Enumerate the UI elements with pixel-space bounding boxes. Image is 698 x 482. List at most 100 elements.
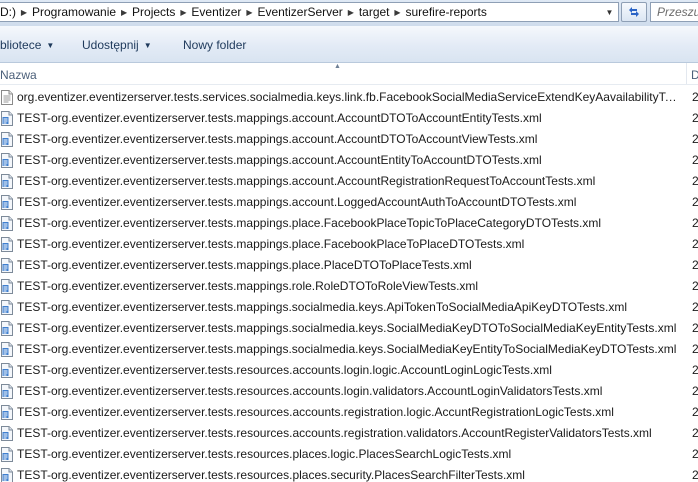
file-row[interactable]: TEST-org.eventizer.eventizerserver.tests… xyxy=(0,129,698,150)
library-menu-label: blioteсe xyxy=(0,38,42,52)
xml-file-icon xyxy=(1,195,13,210)
file-list: org.eventizer.eventizerserver.tests.serv… xyxy=(0,87,698,482)
file-date: 2 xyxy=(692,405,698,419)
file-name: TEST-org.eventizer.eventizerserver.tests… xyxy=(17,195,577,209)
xml-file-icon xyxy=(1,279,13,294)
xml-file-icon xyxy=(1,426,13,441)
breadcrumb-eventizer[interactable]: Eventizer ▶ xyxy=(188,3,254,21)
chevron-right-icon[interactable]: ▶ xyxy=(19,8,29,17)
file-row[interactable]: TEST-org.eventizer.eventizerserver.tests… xyxy=(0,465,698,482)
sort-ascending-icon: ▲ xyxy=(334,63,341,70)
file-row[interactable]: TEST-org.eventizer.eventizerserver.tests… xyxy=(0,276,698,297)
xml-file-icon xyxy=(1,111,13,126)
new-folder-button[interactable]: Nowy folder xyxy=(183,38,246,52)
search-input[interactable]: Przeszu xyxy=(650,2,698,22)
file-row[interactable]: TEST-org.eventizer.eventizerserver.tests… xyxy=(0,150,698,171)
file-name: TEST-org.eventizer.eventizerserver.tests… xyxy=(17,363,552,377)
file-row[interactable]: TEST-org.eventizer.eventizerserver.tests… xyxy=(0,234,698,255)
file-date: 2 xyxy=(692,216,698,230)
breadcrumb-target[interactable]: target ▶ xyxy=(356,3,403,21)
file-name: TEST-org.eventizer.eventizerserver.tests… xyxy=(17,321,677,335)
chevron-down-icon[interactable]: ▼ xyxy=(602,4,617,21)
dropdown-arrow-icon: ▼ xyxy=(46,40,55,50)
chevron-right-icon[interactable]: ▶ xyxy=(393,8,403,17)
file-name: TEST-org.eventizer.eventizerserver.tests… xyxy=(17,132,538,146)
breadcrumb-projects[interactable]: Projects ▶ xyxy=(129,3,188,21)
file-name: TEST-org.eventizer.eventizerserver.tests… xyxy=(17,384,603,398)
text-file-icon xyxy=(1,90,13,105)
file-row[interactable]: TEST-org.eventizer.eventizerserver.tests… xyxy=(0,423,698,444)
xml-file-icon xyxy=(1,300,13,315)
file-name: TEST-org.eventizer.eventizerserver.tests… xyxy=(17,342,677,356)
xml-file-icon xyxy=(1,174,13,189)
share-menu-label: Udostępnij xyxy=(82,38,139,52)
share-menu-button[interactable]: Udostępnij ▼ xyxy=(82,38,152,52)
chevron-right-icon[interactable]: ▶ xyxy=(244,8,254,17)
xml-file-icon xyxy=(1,216,13,231)
xml-file-icon xyxy=(1,258,13,273)
xml-file-icon xyxy=(1,363,13,378)
breadcrumb-programowanie[interactable]: Programowanie ▶ xyxy=(29,3,129,21)
file-row[interactable]: TEST-org.eventizer.eventizerserver.tests… xyxy=(0,381,698,402)
command-toolbar: blioteсe ▼ Udostępnij ▼ Nowy folder xyxy=(0,26,698,63)
file-name: TEST-org.eventizer.eventizerserver.tests… xyxy=(17,111,542,125)
file-row[interactable]: TEST-org.eventizer.eventizerserver.tests… xyxy=(0,255,698,276)
xml-file-icon xyxy=(1,321,13,336)
refresh-button[interactable] xyxy=(621,2,647,22)
chevron-right-icon[interactable]: ▶ xyxy=(119,8,129,17)
file-name: TEST-org.eventizer.eventizerserver.tests… xyxy=(17,405,614,419)
xml-file-icon xyxy=(1,468,13,482)
file-date: 2 xyxy=(692,468,698,482)
file-date: 2 xyxy=(692,111,698,125)
file-name: TEST-org.eventizer.eventizerserver.tests… xyxy=(17,300,628,314)
breadcrumb-drive[interactable]: (D:) ▶ xyxy=(0,3,29,21)
file-row[interactable]: TEST-org.eventizer.eventizerserver.tests… xyxy=(0,108,698,129)
address-bar[interactable]: (D:) ▶ Programowanie ▶ Projects ▶ Eventi… xyxy=(0,2,619,22)
file-row[interactable]: TEST-org.eventizer.eventizerserver.tests… xyxy=(0,171,698,192)
file-date: 2 xyxy=(692,300,698,314)
file-row[interactable]: org.eventizer.eventizerserver.tests.serv… xyxy=(0,87,698,108)
refresh-icon xyxy=(629,7,639,17)
file-date: 2 xyxy=(692,342,698,356)
dropdown-arrow-icon: ▼ xyxy=(143,40,152,50)
new-folder-label: Nowy folder xyxy=(183,38,247,52)
explorer-window: (D:) ▶ Programowanie ▶ Projects ▶ Eventi… xyxy=(0,0,698,482)
file-date: 2 xyxy=(692,258,698,272)
file-row[interactable]: TEST-org.eventizer.eventizerserver.tests… xyxy=(0,339,698,360)
file-row[interactable]: TEST-org.eventizer.eventizerserver.tests… xyxy=(0,213,698,234)
file-date: 2 xyxy=(692,321,698,335)
file-date: 2 xyxy=(692,132,698,146)
file-name: org.eventizer.eventizerserver.tests.serv… xyxy=(17,90,681,104)
file-row[interactable]: TEST-org.eventizer.eventizerserver.tests… xyxy=(0,360,698,381)
file-row[interactable]: TEST-org.eventizer.eventizerserver.tests… xyxy=(0,297,698,318)
file-date: 2 xyxy=(692,363,698,377)
file-name: TEST-org.eventizer.eventizerserver.tests… xyxy=(17,174,596,188)
file-name: TEST-org.eventizer.eventizerserver.tests… xyxy=(17,468,525,482)
breadcrumb-surefire-reports[interactable]: surefire-reports xyxy=(403,3,490,21)
file-date: 2 xyxy=(692,426,698,440)
column-divider[interactable] xyxy=(686,63,687,84)
file-row[interactable]: TEST-org.eventizer.eventizerserver.tests… xyxy=(0,318,698,339)
file-row[interactable]: TEST-org.eventizer.eventizerserver.tests… xyxy=(0,402,698,423)
column-header-date[interactable]: D xyxy=(691,68,698,82)
file-date: 2 xyxy=(692,237,698,251)
file-name: TEST-org.eventizer.eventizerserver.tests… xyxy=(17,447,512,461)
column-header: Nazwa ▲ D xyxy=(0,63,698,85)
xml-file-icon xyxy=(1,405,13,420)
breadcrumb-eventizerserver[interactable]: EventizerServer ▶ xyxy=(254,3,355,21)
address-bar-row: (D:) ▶ Programowanie ▶ Projects ▶ Eventi… xyxy=(0,0,698,26)
file-name: TEST-org.eventizer.eventizerserver.tests… xyxy=(17,426,652,440)
file-date: 2 xyxy=(692,153,698,167)
file-row[interactable]: TEST-org.eventizer.eventizerserver.tests… xyxy=(0,192,698,213)
xml-file-icon xyxy=(1,447,13,462)
file-name: TEST-org.eventizer.eventizerserver.tests… xyxy=(17,153,542,167)
chevron-right-icon[interactable]: ▶ xyxy=(178,8,188,17)
xml-file-icon xyxy=(1,153,13,168)
xml-file-icon xyxy=(1,342,13,357)
file-row[interactable]: TEST-org.eventizer.eventizerserver.tests… xyxy=(0,444,698,465)
chevron-right-icon[interactable]: ▶ xyxy=(346,8,356,17)
file-name: TEST-org.eventizer.eventizerserver.tests… xyxy=(17,279,479,293)
column-header-name[interactable]: Nazwa xyxy=(0,68,37,82)
library-menu-button[interactable]: blioteсe ▼ xyxy=(0,38,54,52)
file-date: 2 xyxy=(692,195,698,209)
